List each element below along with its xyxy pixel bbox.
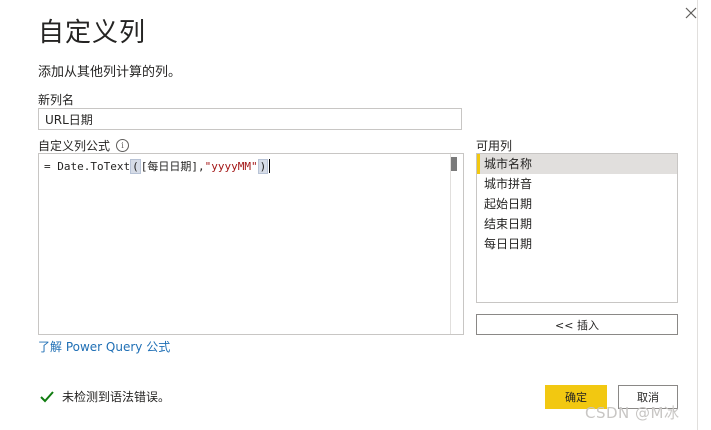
check-icon xyxy=(40,390,54,402)
available-columns-label: 可用列 xyxy=(476,139,513,153)
available-columns-list[interactable]: 城市名称 城市拼音 起始日期 结束日期 每日日期 xyxy=(476,153,678,303)
custom-column-dialog: 自定义列 添加从其他列计算的列。 新列名 自定义列公式 i = Date.ToT… xyxy=(0,0,711,430)
new-column-name-input[interactable] xyxy=(38,108,462,130)
dialog-subtitle: 添加从其他列计算的列。 xyxy=(38,65,182,80)
formula-equals: = xyxy=(44,159,58,173)
editor-scrollbar-track[interactable] xyxy=(450,154,451,334)
insert-button[interactable]: << 插入 xyxy=(476,314,678,335)
formula-string: "yyyyMM" xyxy=(204,159,258,173)
syntax-status: 未检测到语法错误。 xyxy=(40,388,170,405)
watermark: CSDN @M冰 xyxy=(585,404,680,422)
editor-scrollbar-thumb[interactable] xyxy=(451,157,457,171)
formula-code-line: = Date.ToText ( [每日日期], "yyyyMM" ) xyxy=(44,158,271,174)
column-item-city-name[interactable]: 城市名称 xyxy=(477,154,677,174)
formula-editor[interactable]: = Date.ToText ( [每日日期], "yyyyMM" ) xyxy=(38,153,464,335)
column-item-end-date[interactable]: 结束日期 xyxy=(477,214,677,234)
info-icon[interactable]: i xyxy=(116,139,130,152)
formula-function: Date.ToText xyxy=(57,159,131,173)
formula-label: 自定义列公式 xyxy=(38,139,111,153)
formula-column-ref: [每日日期], xyxy=(140,160,205,173)
column-item-city-pinyin[interactable]: 城市拼音 xyxy=(477,174,677,194)
column-item-start-date[interactable]: 起始日期 xyxy=(477,194,677,214)
formula-close-paren: ) xyxy=(257,158,269,174)
dialog-border xyxy=(697,0,698,430)
learn-power-query-link[interactable]: 了解 Power Query 公式 xyxy=(38,338,170,355)
column-item-daily-date[interactable]: 每日日期 xyxy=(477,234,677,254)
syntax-status-text: 未检测到语法错误。 xyxy=(62,390,171,404)
formula-open-paren: ( xyxy=(130,158,141,174)
text-cursor xyxy=(269,159,271,173)
dialog-title: 自定义列 xyxy=(38,18,147,48)
close-icon xyxy=(685,7,697,19)
new-column-name-label: 新列名 xyxy=(38,93,75,107)
close-button[interactable] xyxy=(680,2,702,24)
formula-label-row: 自定义列公式 i xyxy=(38,137,130,154)
